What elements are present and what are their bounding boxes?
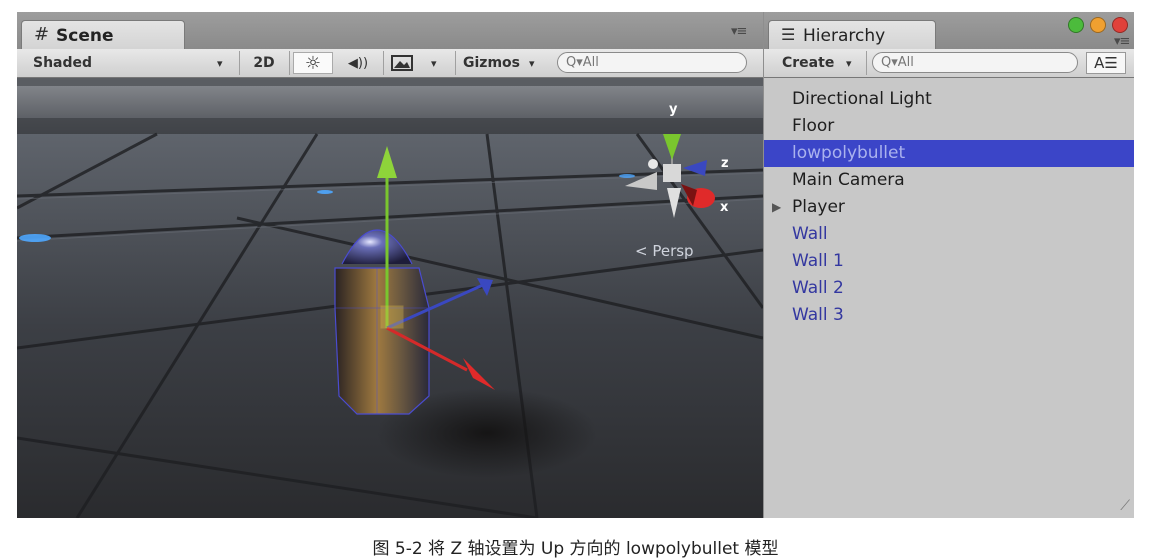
hierarchy-item-lowpolybullet[interactable]: lowpolybullet bbox=[764, 140, 1134, 167]
scene-panel-menu-icon[interactable]: ▾≡ bbox=[731, 24, 747, 39]
hierarchy-item-wall-1[interactable]: Wall 1 bbox=[764, 248, 1134, 275]
hierarchy-item-wall-2[interactable]: Wall 2 bbox=[764, 275, 1134, 302]
toolbar-divider bbox=[866, 51, 867, 75]
scene-effects-dropdown[interactable]: ▾ bbox=[391, 52, 441, 74]
hierarchy-item-wall[interactable]: Wall bbox=[764, 221, 1134, 248]
hierarchy-item-label: Player bbox=[792, 197, 845, 217]
scene-tab-bar: # Scene ▾≡ bbox=[17, 12, 763, 50]
gizmo-y-label: y bbox=[669, 102, 678, 117]
scene-viewport[interactable]: < Persp y z x bbox=[17, 78, 763, 518]
hierarchy-item-label: Wall bbox=[792, 224, 828, 244]
resize-grip-icon[interactable]: ⟋ bbox=[1120, 498, 1130, 514]
scene-tab-label: Scene bbox=[56, 26, 114, 46]
scene-search-placeholder: Q▾All bbox=[566, 55, 599, 70]
toolbar-divider bbox=[383, 51, 384, 75]
create-dropdown[interactable]: Create ▾ bbox=[782, 52, 862, 74]
hierarchy-item-label: Directional Light bbox=[792, 89, 932, 109]
hierarchy-item-label: lowpolybullet bbox=[792, 143, 906, 163]
chevron-down-icon: ▾ bbox=[529, 56, 535, 70]
expand-arrow-icon[interactable]: ▶ bbox=[772, 194, 781, 221]
chevron-down-icon: ▾ bbox=[846, 56, 852, 70]
chevron-down-icon: ▾ bbox=[431, 56, 437, 70]
hierarchy-item-player[interactable]: ▶ Player bbox=[764, 194, 1134, 221]
hierarchy-search-placeholder: Q▾All bbox=[881, 55, 914, 70]
close-button[interactable] bbox=[1112, 17, 1128, 33]
perspective-label[interactable]: < Persp bbox=[635, 242, 694, 260]
hierarchy-item-wall-3[interactable]: Wall 3 bbox=[764, 302, 1134, 329]
scene-render bbox=[17, 78, 763, 518]
figure-caption: 图 5-2 将 Z 轴设置为 Up 方向的 lowpolybullet 模型 bbox=[372, 539, 779, 559]
toolbar-divider bbox=[289, 51, 290, 75]
gizmos-label: Gizmos bbox=[463, 55, 520, 71]
tab-scene[interactable]: # Scene bbox=[21, 20, 185, 50]
2d-toggle-label: 2D bbox=[253, 55, 275, 71]
sun-icon: ☼ bbox=[304, 52, 322, 74]
toolbar-divider bbox=[455, 51, 456, 75]
gizmo-z-label: z bbox=[721, 156, 729, 171]
hierarchy-item-label: Wall 3 bbox=[792, 305, 844, 325]
hierarchy-list: Directional Light Floor lowpolybullet Ma… bbox=[764, 86, 1134, 329]
hierarchy-panel: ☰ Hierarchy ▾≡ Create ▾ Q▾All A☰ Directi bbox=[764, 12, 1134, 518]
hierarchy-search-input[interactable]: Q▾All bbox=[872, 52, 1078, 73]
hierarchy-toolbar: Create ▾ Q▾All A☰ bbox=[764, 49, 1134, 78]
hierarchy-item-floor[interactable]: Floor bbox=[764, 113, 1134, 140]
image-icon bbox=[391, 55, 413, 71]
tab-hierarchy[interactable]: ☰ Hierarchy bbox=[768, 20, 936, 50]
toolbar-divider bbox=[239, 51, 240, 75]
speaker-icon: ◀)) bbox=[347, 55, 369, 71]
sort-alpha-icon: A☰ bbox=[1094, 54, 1118, 72]
scene-lighting-toggle[interactable]: ☼ bbox=[293, 52, 333, 74]
create-label: Create bbox=[782, 55, 835, 71]
hierarchy-item-directional-light[interactable]: Directional Light bbox=[764, 86, 1134, 113]
unity-editor: # Scene ▾≡ Shaded ▾ 2D ☼ ◀)) ▾ Gizmos ▾ … bbox=[17, 12, 1134, 518]
hierarchy-tab-bar: ☰ Hierarchy ▾≡ bbox=[764, 12, 1134, 50]
chevron-down-icon: ▾ bbox=[217, 56, 223, 70]
gizmos-dropdown[interactable]: Gizmos ▾ bbox=[463, 52, 547, 74]
shading-mode-label: Shaded bbox=[33, 55, 93, 71]
list-icon: ☰ bbox=[781, 25, 796, 44]
zoom-button[interactable] bbox=[1090, 17, 1106, 33]
gizmo-x-label: x bbox=[720, 200, 729, 215]
hierarchy-item-label: Wall 1 bbox=[792, 251, 844, 271]
scene-search-input[interactable]: Q▾All bbox=[557, 52, 747, 73]
shading-mode-dropdown[interactable]: Shaded ▾ bbox=[33, 52, 223, 74]
minimize-button[interactable] bbox=[1068, 17, 1084, 33]
scene-panel: # Scene ▾≡ Shaded ▾ 2D ☼ ◀)) ▾ Gizmos ▾ … bbox=[17, 12, 763, 518]
hierarchy-item-label: Main Camera bbox=[792, 170, 905, 190]
hierarchy-panel-menu-icon[interactable]: ▾≡ bbox=[1114, 34, 1130, 49]
2d-toggle-button[interactable]: 2D bbox=[247, 52, 281, 74]
hierarchy-item-main-camera[interactable]: Main Camera bbox=[764, 167, 1134, 194]
scene-audio-toggle[interactable]: ◀)) bbox=[339, 52, 377, 74]
hierarchy-item-label: Wall 2 bbox=[792, 278, 844, 298]
scene-grid-icon: # bbox=[34, 24, 50, 45]
hierarchy-item-label: Floor bbox=[792, 116, 835, 136]
scene-toolbar: Shaded ▾ 2D ☼ ◀)) ▾ Gizmos ▾ Q▾All bbox=[17, 49, 763, 78]
sort-button[interactable]: A☰ bbox=[1086, 52, 1126, 74]
hierarchy-tab-label: Hierarchy bbox=[803, 26, 886, 46]
